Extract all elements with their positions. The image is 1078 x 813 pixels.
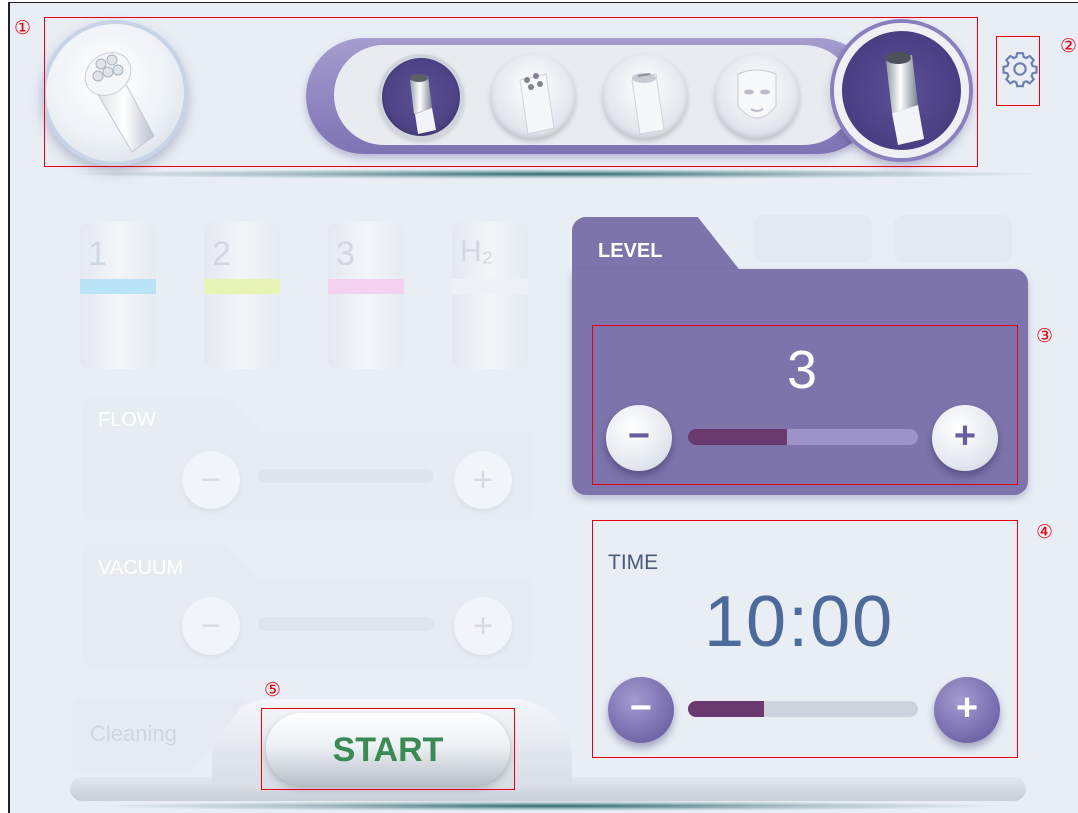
- annotation-box-5: [261, 708, 515, 790]
- flow-slider-track[interactable]: [258, 469, 434, 483]
- annotation-box-3: [592, 325, 1018, 485]
- solution-tube-1[interactable]: 1: [80, 221, 156, 369]
- solution-tube-label: 3: [336, 235, 355, 273]
- solution-color-band: [80, 279, 156, 294]
- vacuum-slider-track[interactable]: [258, 617, 434, 631]
- annotation-box-2: [996, 36, 1040, 106]
- app-window: ① ② 1 2 3 H₂ FLOW − + VACUUM − + LEVEL 3: [8, 2, 1078, 813]
- cleaning-label: Cleaning: [90, 721, 177, 746]
- minus-icon: −: [201, 607, 221, 645]
- solution-color-band: [452, 279, 528, 294]
- flow-minus-button[interactable]: −: [182, 451, 240, 509]
- level-label: LEVEL: [598, 240, 663, 262]
- annotation-label-2: ②: [1060, 35, 1078, 57]
- solution-tube-h2[interactable]: H₂: [452, 221, 528, 369]
- plus-icon: +: [473, 461, 493, 499]
- vacuum-plus-button[interactable]: +: [454, 597, 512, 655]
- solution-color-band: [204, 279, 280, 294]
- header-divider: [72, 169, 1038, 179]
- solution-color-band: [328, 279, 404, 294]
- bottom-divider: [100, 801, 1000, 811]
- solution-tube-label: 2: [212, 235, 231, 273]
- solution-tube-label: 1: [88, 235, 107, 273]
- solution-tube-2[interactable]: 2: [204, 221, 280, 369]
- minus-icon: −: [201, 461, 221, 499]
- annotation-label-4: ④: [1036, 521, 1054, 543]
- annotation-label-1: ①: [14, 17, 32, 39]
- flow-label: FLOW: [98, 409, 156, 431]
- tab-placeholder-2[interactable]: [894, 215, 1012, 263]
- vacuum-label: VACUUM: [98, 557, 184, 579]
- tab-placeholder-1[interactable]: [754, 215, 872, 263]
- vacuum-minus-button[interactable]: −: [182, 597, 240, 655]
- annotation-box-4: [592, 520, 1018, 758]
- annotation-label-5: ⑤: [264, 679, 282, 701]
- annotation-box-1: [44, 17, 978, 167]
- solution-tube-label: H₂: [460, 235, 494, 268]
- annotation-label-3: ③: [1036, 325, 1054, 347]
- flow-plus-button[interactable]: +: [454, 451, 512, 509]
- plus-icon: +: [473, 607, 493, 645]
- solution-tube-3[interactable]: 3: [328, 221, 404, 369]
